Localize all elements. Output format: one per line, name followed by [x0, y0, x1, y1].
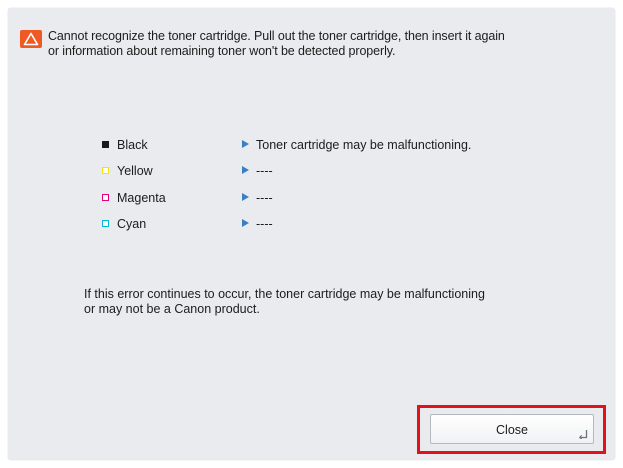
close-button-label: Close	[496, 423, 528, 437]
magenta-swatch-icon	[102, 194, 109, 201]
toner-color-label: Cyan	[117, 217, 147, 231]
arrow-right-icon	[242, 140, 249, 148]
toner-status-text: ----	[256, 164, 273, 178]
return-corner-icon	[579, 430, 588, 439]
warning-triangle-icon	[20, 30, 42, 48]
toner-status-text: ----	[256, 191, 273, 205]
close-button[interactable]: Close	[430, 414, 594, 444]
toner-color-label: Black	[117, 138, 148, 152]
toner-color-label: Magenta	[117, 191, 166, 205]
arrow-right-icon	[242, 166, 249, 174]
toner-row-cyan: Cyan ----	[8, 215, 615, 235]
toner-status-text: ----	[256, 217, 273, 231]
error-message-line: or information about remaining toner won…	[48, 44, 396, 58]
footer-note: If this error continues to occur, the to…	[84, 287, 554, 317]
black-swatch-icon	[102, 141, 109, 148]
arrow-right-icon	[242, 219, 249, 227]
yellow-swatch-icon	[102, 167, 109, 174]
footer-note-line: If this error continues to occur, the to…	[84, 287, 485, 301]
toner-row-magenta: Magenta ----	[8, 189, 615, 209]
toner-error-dialog: Cannot recognize the toner cartridge. Pu…	[8, 8, 615, 460]
arrow-right-icon	[242, 193, 249, 201]
error-message: Cannot recognize the toner cartridge. Pu…	[48, 29, 568, 59]
toner-status-text: Toner cartridge may be malfunctioning.	[256, 138, 472, 152]
toner-color-label: Yellow	[117, 164, 153, 178]
toner-row-black: Black Toner cartridge may be malfunction…	[8, 136, 615, 156]
cyan-swatch-icon	[102, 220, 109, 227]
footer-note-line: or may not be a Canon product.	[84, 302, 260, 316]
toner-row-yellow: Yellow ----	[8, 162, 615, 182]
error-message-line: Cannot recognize the toner cartridge. Pu…	[48, 29, 505, 43]
